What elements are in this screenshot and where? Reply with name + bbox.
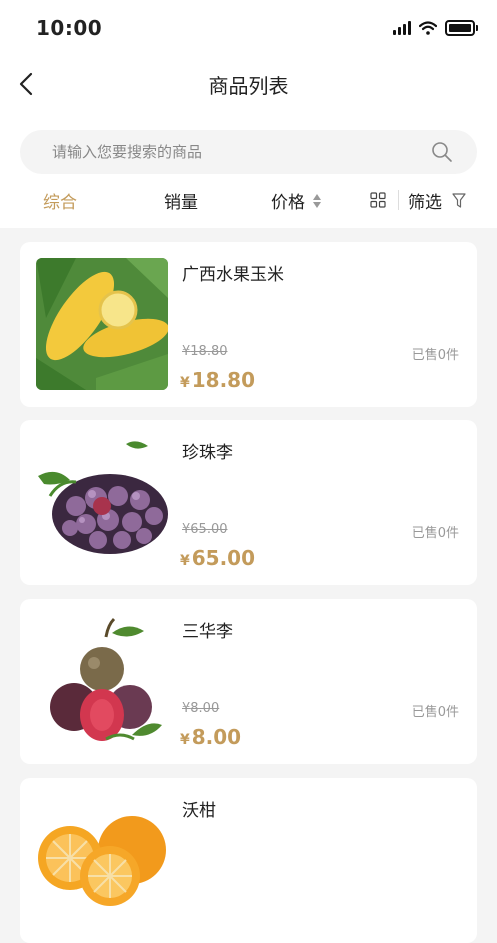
sold-count: 已售0件	[411, 705, 459, 720]
product-card[interactable]: 珍珠李 ¥65.00 ¥65.00 已售0件	[20, 420, 477, 585]
product-image	[36, 258, 168, 390]
product-name: 三华李	[182, 622, 233, 642]
signal-icon	[393, 21, 411, 35]
status-bar: 10:00	[0, 0, 497, 56]
search-icon[interactable]	[431, 141, 453, 163]
sort-arrows-icon	[313, 193, 321, 208]
product-image	[36, 615, 168, 747]
product-image	[36, 794, 168, 926]
red-plum-image	[36, 615, 168, 747]
product-card[interactable]: 三华李 ¥8.00 ¥8.00 已售0件	[20, 599, 477, 764]
sort-price-label: 价格	[271, 193, 305, 213]
sort-sales-tab[interactable]: 销量	[164, 188, 198, 213]
product-card[interactable]: 广西水果玉米 ¥18.80 ¥18.80 已售0件	[20, 242, 477, 407]
sort-bar: 综合 销量 价格 筛选	[0, 184, 497, 218]
wifi-icon	[419, 21, 437, 35]
header-area: 10:00 商品列表 综合 销量	[0, 0, 497, 228]
original-price: ¥65.00	[182, 522, 228, 537]
sold-count: 已售0件	[411, 526, 459, 541]
sort-sales-label: 销量	[164, 193, 198, 213]
sold-count: 已售0件	[411, 348, 459, 363]
sort-comprehensive-tab[interactable]: 综合	[43, 188, 77, 213]
original-price: ¥18.80	[182, 344, 228, 359]
grid-view-icon[interactable]	[370, 192, 386, 208]
product-name: 沃柑	[182, 801, 216, 821]
filter-funnel-icon	[452, 192, 466, 208]
product-name: 广西水果玉米	[182, 265, 284, 285]
filter-button[interactable]: 筛选	[408, 188, 466, 213]
current-price: ¥18.80	[180, 368, 256, 392]
search-bar	[20, 130, 477, 174]
battery-icon	[445, 20, 478, 36]
corn-image	[36, 258, 168, 390]
purple-plum-image	[36, 436, 168, 568]
page-title: 商品列表	[208, 74, 289, 98]
sort-comprehensive-label: 综合	[43, 193, 77, 213]
navbar: 商品列表	[0, 60, 497, 108]
mandarin-orange-image	[36, 794, 168, 926]
current-price: ¥8.00	[180, 725, 242, 749]
product-card[interactable]: 沃柑	[20, 778, 477, 943]
status-icons	[393, 20, 478, 36]
product-image	[36, 436, 168, 568]
current-price: ¥65.00	[180, 546, 256, 570]
sort-price-tab[interactable]: 价格	[271, 188, 321, 213]
divider	[398, 190, 399, 210]
status-time: 10:00	[36, 16, 103, 40]
original-price: ¥8.00	[182, 701, 220, 716]
filter-label: 筛选	[408, 193, 442, 213]
search-input[interactable]	[20, 130, 452, 174]
product-name: 珍珠李	[182, 443, 233, 463]
